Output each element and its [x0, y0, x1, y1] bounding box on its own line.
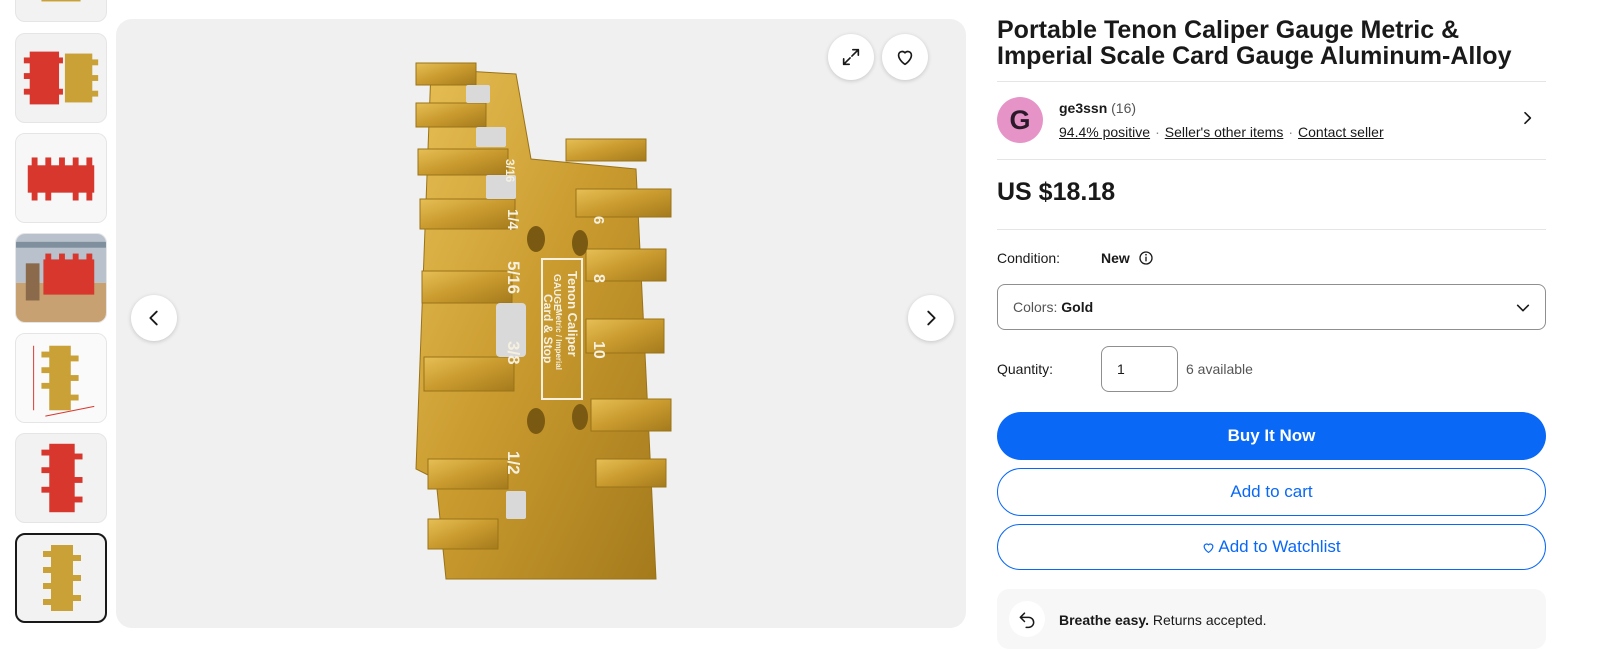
seller-links: 94.4% positive · Seller's other items · Cont…: [1059, 124, 1384, 140]
condition-label: Condition:: [997, 250, 1061, 266]
thumbnail-2[interactable]: [15, 33, 107, 123]
gauge-mark-516: 5/16: [504, 261, 523, 294]
thumbnail-7[interactable]: [15, 533, 107, 623]
heart-icon: [1203, 542, 1214, 553]
colors-label: Colors:: [1013, 299, 1058, 315]
chevron-left-icon: [149, 310, 158, 326]
thumbnail-5[interactable]: [15, 333, 107, 423]
returns-icon-wrap: [1009, 601, 1045, 637]
divider: [997, 81, 1546, 82]
heart-icon: [897, 50, 913, 66]
availability-text: 6 available: [1186, 361, 1253, 377]
returns-detail-text: Returns accepted.: [1152, 612, 1267, 628]
next-image-button[interactable]: [908, 295, 954, 341]
gauge-mark-6: 6: [590, 216, 607, 224]
colors-select[interactable]: Colors: Gold: [997, 284, 1546, 330]
add-to-watchlist-label: Add to Watchlist: [1218, 537, 1341, 556]
gauge-mark-10: 10: [590, 341, 607, 359]
separator-dot: ·: [1288, 124, 1294, 140]
expand-button[interactable]: [828, 34, 874, 80]
colors-value: Gold: [1061, 299, 1094, 315]
returns-text: Breathe easy. Returns accepted.: [1059, 612, 1267, 628]
returns-bold-text: Breathe easy.: [1059, 612, 1150, 628]
chevron-right-icon[interactable]: [1519, 110, 1535, 126]
seller-feedback-count[interactable]: (16): [1111, 100, 1136, 116]
thumbnail-1[interactable]: [15, 0, 107, 22]
condition-value: New: [1101, 250, 1130, 266]
favorite-button[interactable]: [882, 34, 928, 80]
gauge-mark-12: 1/2: [504, 451, 523, 475]
product-main-image: GAUGE Tenon Caliper Metric / Imperial Ca…: [415, 62, 672, 580]
return-arrow-icon: [1019, 612, 1035, 629]
gauge-mark-8: 8: [590, 274, 607, 283]
gauge-sub2-text: Card & Stop: [541, 294, 555, 363]
thumbnail-6[interactable]: [15, 433, 107, 523]
separator-dot: ·: [1155, 124, 1160, 140]
gauge-mark-14: 1/4: [504, 209, 521, 231]
returns-banner: Breathe easy. Returns accepted.: [997, 589, 1546, 649]
expand-icon: [842, 48, 860, 66]
thumbnail-4[interactable]: [15, 233, 107, 323]
chevron-right-icon: [927, 310, 936, 326]
contact-seller-link[interactable]: Contact seller: [1298, 124, 1384, 140]
gauge-mark-38: 3/8: [504, 341, 523, 365]
gauge-mark-316: 3/16: [503, 159, 517, 183]
seller-avatar[interactable]: G: [997, 97, 1043, 143]
product-title: Portable Tenon Caliper Gauge Metric & Im…: [997, 16, 1512, 70]
chevron-down-icon: [1516, 304, 1530, 312]
seller-positive-link[interactable]: 94.4% positive: [1059, 124, 1150, 140]
seller-info: ge3ssn (16): [1059, 100, 1136, 116]
product-price: US $18.18: [997, 178, 1116, 206]
add-to-cart-button[interactable]: Add to cart: [997, 468, 1546, 516]
seller-other-items-link[interactable]: Seller's other items: [1165, 124, 1284, 140]
add-to-watchlist-button[interactable]: Add to Watchlist: [997, 524, 1546, 570]
quantity-input[interactable]: 1: [1101, 346, 1178, 392]
previous-image-button[interactable]: [131, 295, 177, 341]
quantity-label: Quantity:: [997, 361, 1054, 377]
divider: [997, 229, 1546, 230]
seller-name[interactable]: ge3ssn: [1059, 100, 1107, 116]
buy-it-now-button[interactable]: Buy It Now: [997, 412, 1546, 460]
thumbnail-3[interactable]: [15, 133, 107, 223]
gauge-name-text: Tenon Caliper: [565, 271, 580, 357]
divider: [997, 159, 1546, 160]
info-icon[interactable]: [1138, 250, 1154, 266]
main-image-stage: GAUGE Tenon Caliper Metric / Imperial Ca…: [116, 19, 966, 628]
